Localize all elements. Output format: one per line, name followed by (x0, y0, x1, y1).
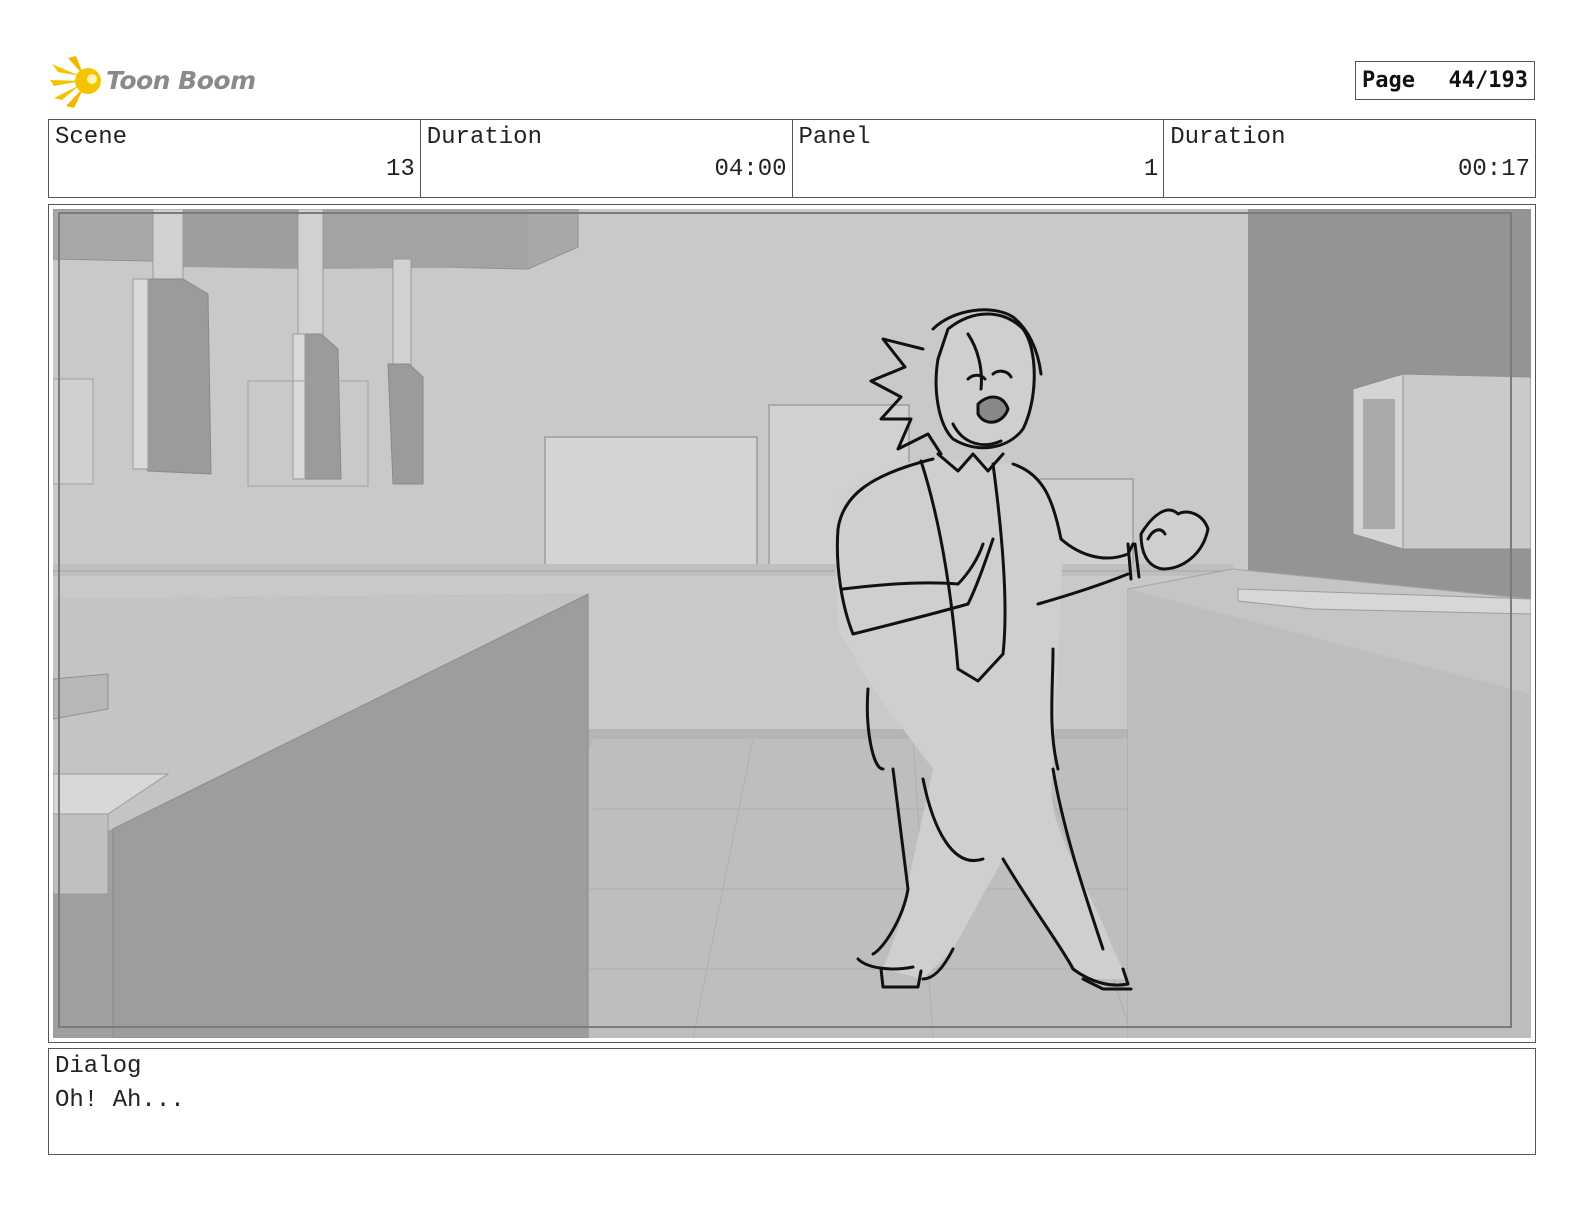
panel-duration-value: 00:17 (1457, 156, 1530, 183)
scene-duration-cell: Duration 04:00 (421, 120, 793, 197)
panel-info-row: Scene 13 Duration 04:00 Panel 1 Duration… (48, 119, 1536, 198)
scene-value: 13 (385, 156, 415, 183)
logo-text: Toon Boom (106, 66, 256, 95)
storyboard-panel (48, 204, 1536, 1043)
panel-duration-cell: Duration 00:17 (1164, 120, 1535, 197)
panel-cell: Panel 1 (793, 120, 1165, 197)
panel-drawing (53, 209, 1531, 1038)
dialog-box: Dialog Oh! Ah... (48, 1048, 1536, 1155)
dialog-text: Oh! Ah... (55, 1087, 185, 1114)
scene-duration-value: 04:00 (714, 156, 787, 183)
panel-value: 1 (1143, 156, 1159, 183)
page-indicator: Page 44/193 (1355, 61, 1535, 100)
toon-boom-logo: Toon Boom (50, 54, 256, 110)
scene-label: Scene (55, 124, 128, 151)
scene-cell: Scene 13 (49, 120, 421, 197)
burst-icon (50, 56, 101, 108)
page-value: 44/193 (1448, 68, 1528, 93)
panel-duration-label: Duration (1170, 124, 1286, 151)
page-label: Page (1362, 68, 1415, 93)
panel-label: Panel (798, 124, 871, 151)
dialog-label: Dialog (55, 1053, 142, 1080)
scene-duration-label: Duration (426, 124, 542, 151)
